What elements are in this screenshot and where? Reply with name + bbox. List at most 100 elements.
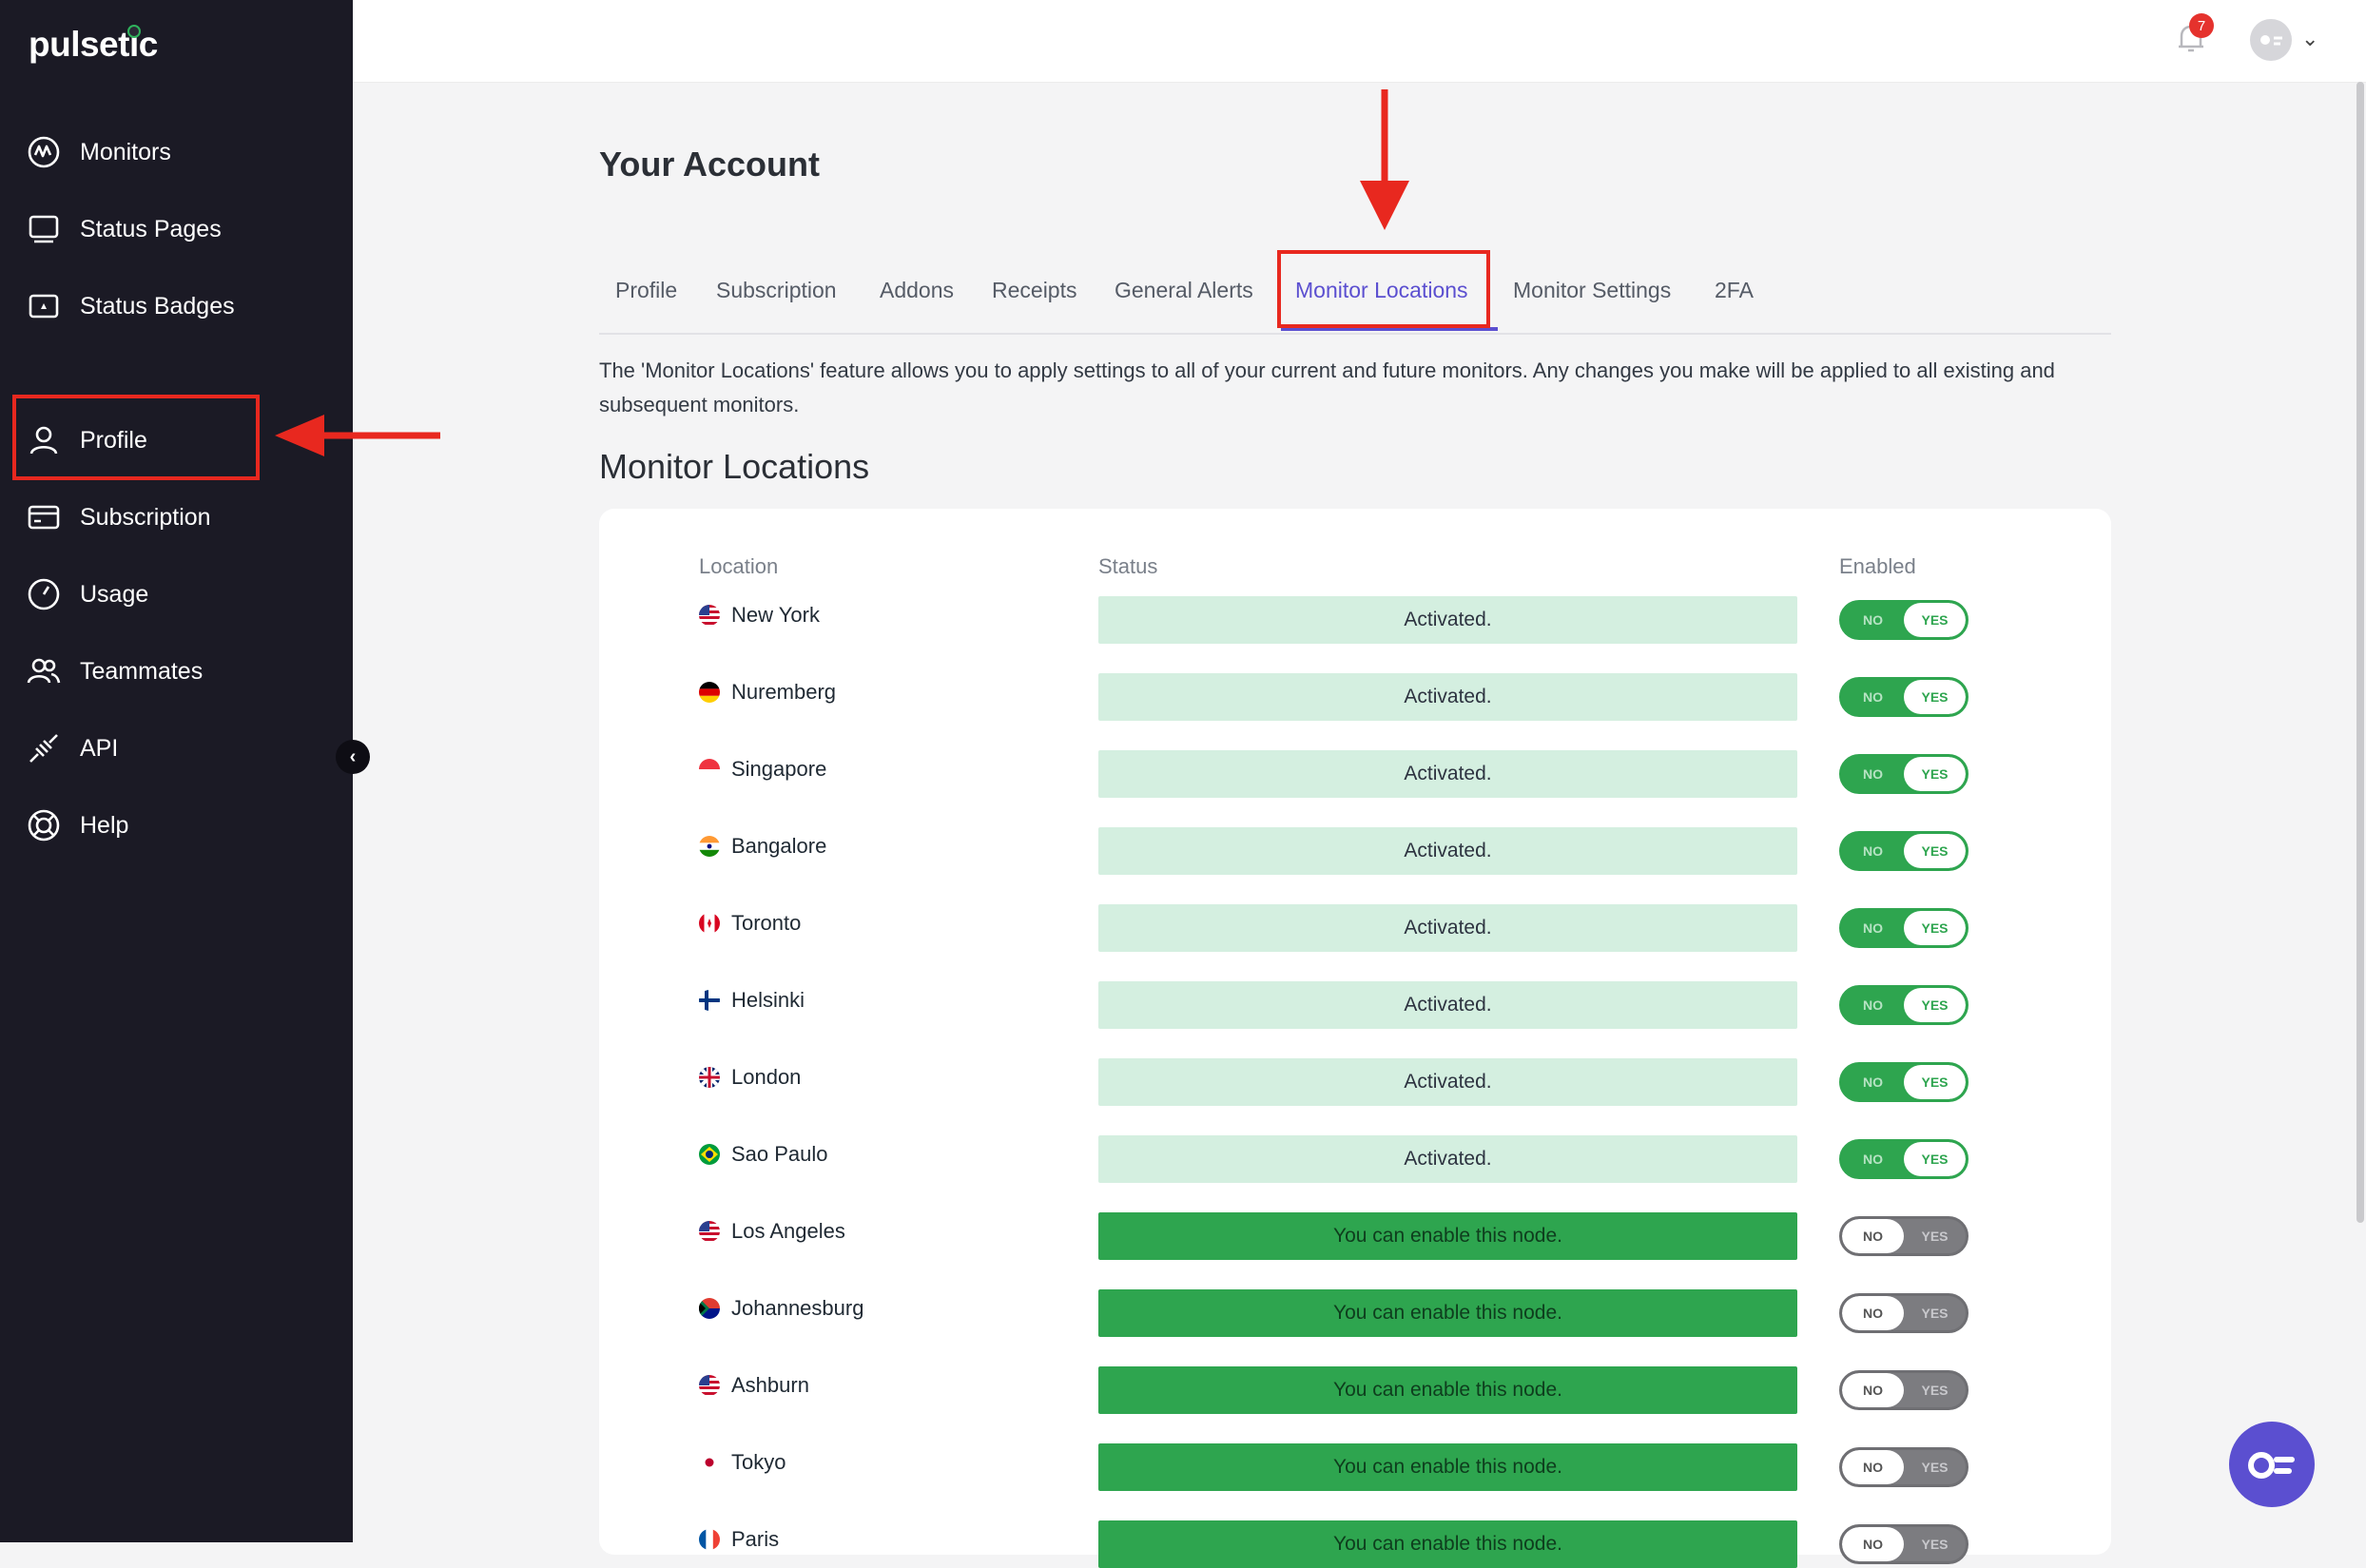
screen-icon <box>27 212 61 246</box>
flag-sg-icon <box>699 759 720 780</box>
badge-icon <box>27 289 61 323</box>
column-header-status: Status <box>1098 554 1158 578</box>
enabled-toggle[interactable]: NO YES <box>1839 908 1968 948</box>
tab-subscription[interactable]: Subscription <box>716 278 837 303</box>
profile-arrow-icon <box>275 415 440 456</box>
toggle-no-label: NO <box>1842 1219 1904 1253</box>
flag-fr-icon <box>699 1529 720 1550</box>
enabled-toggle[interactable]: NO YES <box>1839 754 1968 794</box>
tab-2fa[interactable]: 2FA <box>1715 278 1754 303</box>
flag-br-icon <box>699 1144 720 1165</box>
enabled-toggle[interactable]: NO YES <box>1839 1370 1968 1410</box>
location-cell: Helsinki <box>699 988 805 1013</box>
status-cell: Activated. <box>1098 750 1797 798</box>
location-cell: Bangalore <box>699 834 826 859</box>
location-name: Helsinki <box>731 988 805 1012</box>
card-icon <box>27 500 61 534</box>
toggle-no-label: NO <box>1863 997 1883 1013</box>
flag-us-icon <box>699 1221 720 1242</box>
sidebar: pulsetic Monitors Status Pages Status Ba… <box>0 0 353 1542</box>
flag-de-icon <box>699 682 720 703</box>
enabled-toggle[interactable]: NO YES <box>1839 1062 1968 1102</box>
sidebar-item-subscription[interactable]: Subscription <box>27 494 211 541</box>
status-cell: Activated. <box>1098 981 1797 1029</box>
collapse-sidebar-button[interactable]: ‹ <box>336 740 370 774</box>
flag-za-icon <box>699 1298 720 1319</box>
sidebar-item-label: Subscription <box>80 503 211 531</box>
avatar-face-icon <box>2260 35 2282 46</box>
toggle-yes-label: YES <box>1904 603 1966 637</box>
profile-highlight-box <box>12 395 260 480</box>
enabled-toggle[interactable]: NO YES <box>1839 1216 1968 1256</box>
location-cell: Tokyo <box>699 1450 785 1475</box>
page-scrollbar[interactable] <box>2356 82 2364 1223</box>
sidebar-item-usage[interactable]: Usage <box>27 571 148 618</box>
sidebar-item-help[interactable]: Help <box>27 802 128 849</box>
enabled-toggle[interactable]: NO YES <box>1839 1293 1968 1333</box>
location-name: Tokyo <box>731 1450 786 1474</box>
tab-receipts[interactable]: Receipts <box>992 278 1076 303</box>
sidebar-item-label: Teammates <box>80 657 204 685</box>
enabled-toggle[interactable]: NO YES <box>1839 985 1968 1025</box>
toggle-yes-label: YES <box>1904 834 1966 868</box>
location-name: Toronto <box>731 911 802 935</box>
flag-us-icon <box>699 1375 720 1396</box>
toggle-no-label: NO <box>1863 766 1883 782</box>
location-name: Singapore <box>731 757 827 781</box>
toggle-no-label: NO <box>1842 1527 1904 1561</box>
enabled-toggle[interactable]: NO YES <box>1839 831 1968 871</box>
toggle-no-label: NO <box>1863 612 1883 628</box>
notification-badge: 7 <box>2189 13 2214 38</box>
toggle-no-label: NO <box>1842 1296 1904 1330</box>
column-header-enabled: Enabled <box>1839 554 1916 578</box>
chat-support-button[interactable] <box>2229 1422 2315 1507</box>
sidebar-item-api[interactable]: API <box>27 725 118 772</box>
status-cell: You can enable this node. <box>1098 1289 1797 1337</box>
location-cell: Johannesburg <box>699 1296 863 1321</box>
chat-icon <box>2248 1452 2295 1479</box>
toggle-yes-label: YES <box>1921 1383 1949 1398</box>
toggle-yes-label: YES <box>1904 680 1966 714</box>
toggle-no-label: NO <box>1842 1373 1904 1407</box>
status-cell: You can enable this node. <box>1098 1212 1797 1260</box>
location-cell: New York <box>699 603 820 628</box>
tab-monitor-settings[interactable]: Monitor Settings <box>1513 278 1671 303</box>
sidebar-item-label: API <box>80 734 119 762</box>
flag-in-icon <box>699 836 720 857</box>
location-cell: Ashburn <box>699 1373 809 1398</box>
toggle-yes-label: YES <box>1904 1065 1966 1099</box>
feature-description: The 'Monitor Locations' feature allows y… <box>599 358 2055 416</box>
logo-dot-icon <box>127 25 141 38</box>
toggle-no-label: NO <box>1863 689 1883 705</box>
sidebar-item-status-badges[interactable]: Status Badges <box>27 282 235 330</box>
toggle-yes-label: YES <box>1921 1460 1949 1475</box>
chevron-down-icon[interactable]: ⌄ <box>2301 27 2318 51</box>
location-name: Sao Paulo <box>731 1142 828 1166</box>
enabled-toggle[interactable]: NO YES <box>1839 677 1968 717</box>
location-name: Nuremberg <box>731 680 837 704</box>
tab-addons[interactable]: Addons <box>880 278 954 303</box>
toggle-yes-label: YES <box>1921 1306 1949 1321</box>
sidebar-item-status-pages[interactable]: Status Pages <box>27 205 222 253</box>
toggle-yes-label: YES <box>1904 1142 1966 1176</box>
sidebar-item-label: Status Badges <box>80 292 235 319</box>
avatar[interactable] <box>2250 19 2292 61</box>
enabled-toggle[interactable]: NO YES <box>1839 1524 1968 1564</box>
tab-profile[interactable]: Profile <box>615 278 677 303</box>
plug-icon <box>27 731 61 765</box>
enabled-toggle[interactable]: NO YES <box>1839 1447 1968 1487</box>
flag-gb-icon <box>699 1067 720 1088</box>
column-header-location: Location <box>699 554 779 578</box>
flag-jp-icon <box>699 1452 720 1473</box>
toggle-yes-label: YES <box>1904 988 1966 1022</box>
status-cell: You can enable this node. <box>1098 1366 1797 1414</box>
sidebar-item-teammates[interactable]: Teammates <box>27 648 203 695</box>
status-cell: You can enable this node. <box>1098 1443 1797 1491</box>
location-cell: Sao Paulo <box>699 1142 828 1167</box>
tab-general-alerts[interactable]: General Alerts <box>1115 278 1253 303</box>
flag-us-icon <box>699 605 720 626</box>
sidebar-item-monitors[interactable]: Monitors <box>27 128 171 176</box>
enabled-toggle[interactable]: NO YES <box>1839 1139 1968 1179</box>
enabled-toggle[interactable]: NO YES <box>1839 600 1968 640</box>
location-name: Paris <box>731 1527 780 1551</box>
